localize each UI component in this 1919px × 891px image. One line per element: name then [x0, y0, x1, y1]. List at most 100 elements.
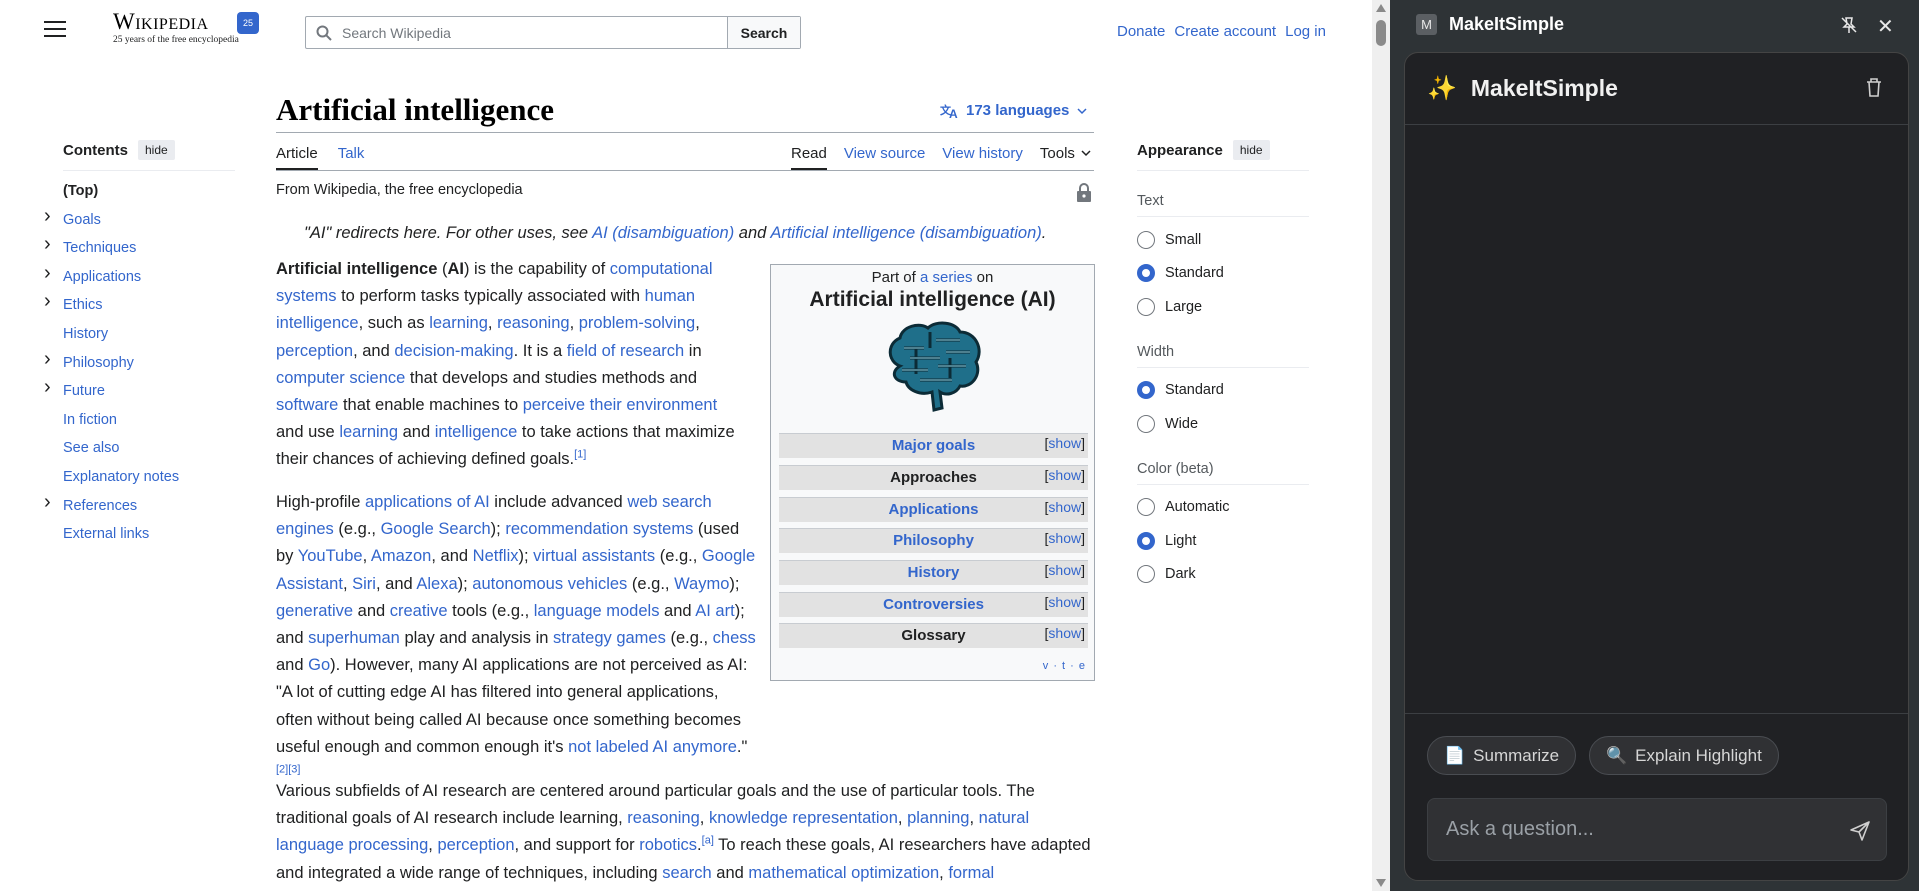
link-problem-solving[interactable]: problem-solving: [579, 314, 695, 332]
scroll-down-arrow-icon[interactable]: [1376, 879, 1386, 887]
navbox-row-label[interactable]: Philosophy: [893, 532, 974, 549]
radio-button[interactable]: [1137, 381, 1155, 400]
link-netflix[interactable]: Netflix: [473, 547, 519, 565]
hatnote-link-ai-disambiguation[interactable]: AI (disambiguation): [592, 224, 734, 242]
tab-read[interactable]: Read: [791, 145, 827, 170]
appearance-option[interactable]: Large: [1137, 290, 1309, 324]
show-link[interactable]: show: [1048, 625, 1081, 641]
link-waymo[interactable]: Waymo: [674, 575, 729, 593]
chevron-right-icon[interactable]: ›: [44, 232, 51, 256]
toc-item[interactable]: In fiction: [63, 408, 235, 437]
link-superhuman[interactable]: superhuman: [308, 629, 400, 647]
toc-item[interactable]: History: [63, 322, 235, 351]
link-language-models[interactable]: language models: [534, 602, 660, 620]
close-icon[interactable]: ✕: [1877, 14, 1894, 39]
show-link[interactable]: show: [1048, 435, 1081, 451]
radio-button[interactable]: [1137, 264, 1155, 283]
link-search[interactable]: search: [662, 864, 712, 882]
link-go[interactable]: Go: [308, 656, 330, 674]
toc-item[interactable]: › Ethics: [44, 290, 235, 322]
link-field-of-research[interactable]: field of research: [567, 342, 684, 360]
tab-article[interactable]: Article: [276, 145, 318, 170]
link-reasoning-2[interactable]: reasoning: [627, 809, 699, 827]
scrollbar-thumb[interactable]: [1376, 20, 1386, 46]
radio-button[interactable]: [1137, 531, 1155, 550]
link-virtual-assistants[interactable]: virtual assistants: [533, 547, 655, 565]
search-button[interactable]: Search: [727, 17, 800, 48]
show-link[interactable]: show: [1048, 467, 1081, 483]
question-input[interactable]: Ask a question...: [1427, 798, 1887, 861]
show-link[interactable]: show: [1048, 530, 1081, 546]
appearance-option[interactable]: Wide: [1137, 407, 1309, 441]
unpin-icon[interactable]: [1839, 15, 1859, 35]
chevron-right-icon[interactable]: ›: [44, 490, 51, 514]
link-creative[interactable]: creative: [390, 602, 448, 620]
appearance-option[interactable]: Light: [1137, 524, 1309, 558]
link-not-labeled-ai[interactable]: not labeled AI anymore: [568, 738, 737, 756]
navbox-show-toggle[interactable]: [show]: [1045, 622, 1085, 645]
tab-view-source[interactable]: View source: [844, 145, 925, 170]
link-chess[interactable]: chess: [713, 629, 756, 647]
citation-2-3[interactable]: [2][3]: [276, 764, 300, 776]
link-software[interactable]: software: [276, 396, 338, 414]
main-menu-icon[interactable]: [44, 21, 66, 39]
link-intelligence[interactable]: intelligence: [435, 423, 518, 441]
link-alexa[interactable]: Alexa: [416, 575, 457, 593]
navbox-row-label[interactable]: History: [908, 564, 960, 581]
link-ai-art[interactable]: AI art: [695, 602, 734, 620]
link-decision-making[interactable]: decision-making: [394, 342, 513, 360]
toc-item[interactable]: › Techniques: [44, 233, 235, 265]
link-formal[interactable]: formal: [948, 864, 994, 882]
navbox-show-toggle[interactable]: [show]: [1045, 432, 1085, 455]
navbox-show-toggle[interactable]: [show]: [1045, 527, 1085, 550]
brain-image[interactable]: [880, 318, 986, 414]
infobox-series-link[interactable]: a series: [920, 269, 973, 286]
create-account-link[interactable]: Create account: [1174, 23, 1276, 40]
toc-item[interactable]: › References: [44, 491, 235, 523]
appearance-hide-button[interactable]: hide: [1232, 140, 1270, 160]
log-in-link[interactable]: Log in: [1285, 23, 1326, 40]
tab-talk[interactable]: Talk: [338, 145, 365, 170]
toc-item[interactable]: › Future: [44, 376, 235, 408]
hatnote-link-ai-disambiguation-full[interactable]: Artificial intelligence (disambiguation): [770, 224, 1041, 242]
chevron-right-icon[interactable]: ›: [44, 375, 51, 399]
link-mathematical-optimization[interactable]: mathematical optimization: [748, 864, 939, 882]
toc-item[interactable]: External links: [63, 522, 235, 551]
tools-menu[interactable]: Tools: [1040, 145, 1093, 170]
toc-item[interactable]: › Goals: [44, 205, 235, 237]
citation-1[interactable]: [1]: [574, 449, 586, 461]
link-learning[interactable]: learning: [429, 314, 488, 332]
toc-item[interactable]: › Philosophy: [44, 348, 235, 380]
radio-button[interactable]: [1137, 565, 1155, 584]
tab-view-history[interactable]: View history: [942, 145, 1023, 170]
citation-a[interactable]: [a]: [702, 835, 714, 847]
link-learning-2[interactable]: learning: [339, 423, 398, 441]
chevron-right-icon[interactable]: ›: [44, 204, 51, 228]
appearance-option[interactable]: Dark: [1137, 558, 1309, 592]
show-link[interactable]: show: [1048, 499, 1081, 515]
link-siri[interactable]: Siri: [352, 575, 376, 593]
appearance-option[interactable]: Automatic: [1137, 491, 1309, 525]
navbox-vte-links[interactable]: v · t · e: [1043, 660, 1086, 672]
radio-button[interactable]: [1137, 414, 1155, 433]
radio-button[interactable]: [1137, 230, 1155, 249]
link-perception-2[interactable]: perception: [437, 836, 514, 854]
toc-item[interactable]: See also: [63, 436, 235, 465]
link-applications-of-ai[interactable]: applications of AI: [365, 493, 490, 511]
navbox-show-toggle[interactable]: [show]: [1045, 559, 1085, 582]
chevron-right-icon[interactable]: ›: [44, 289, 51, 313]
language-button[interactable]: 文A 173 languages: [940, 102, 1089, 119]
explain-highlight-button[interactable]: 🔍 Explain Highlight: [1589, 736, 1779, 775]
link-perception[interactable]: perception: [276, 342, 353, 360]
toc-item[interactable]: Explanatory notes: [63, 465, 235, 494]
toc-item[interactable]: › Applications: [44, 262, 235, 294]
link-google-search[interactable]: Google Search: [381, 520, 491, 538]
appearance-option[interactable]: Standard: [1137, 257, 1309, 291]
link-perceive-environment[interactable]: perceive their environment: [523, 396, 717, 414]
link-computer-science[interactable]: computer science: [276, 369, 405, 387]
radio-button[interactable]: [1137, 297, 1155, 316]
link-generative[interactable]: generative: [276, 602, 353, 620]
link-youtube[interactable]: YouTube: [298, 547, 363, 565]
show-link[interactable]: show: [1048, 594, 1081, 610]
chevron-right-icon[interactable]: ›: [44, 347, 51, 371]
